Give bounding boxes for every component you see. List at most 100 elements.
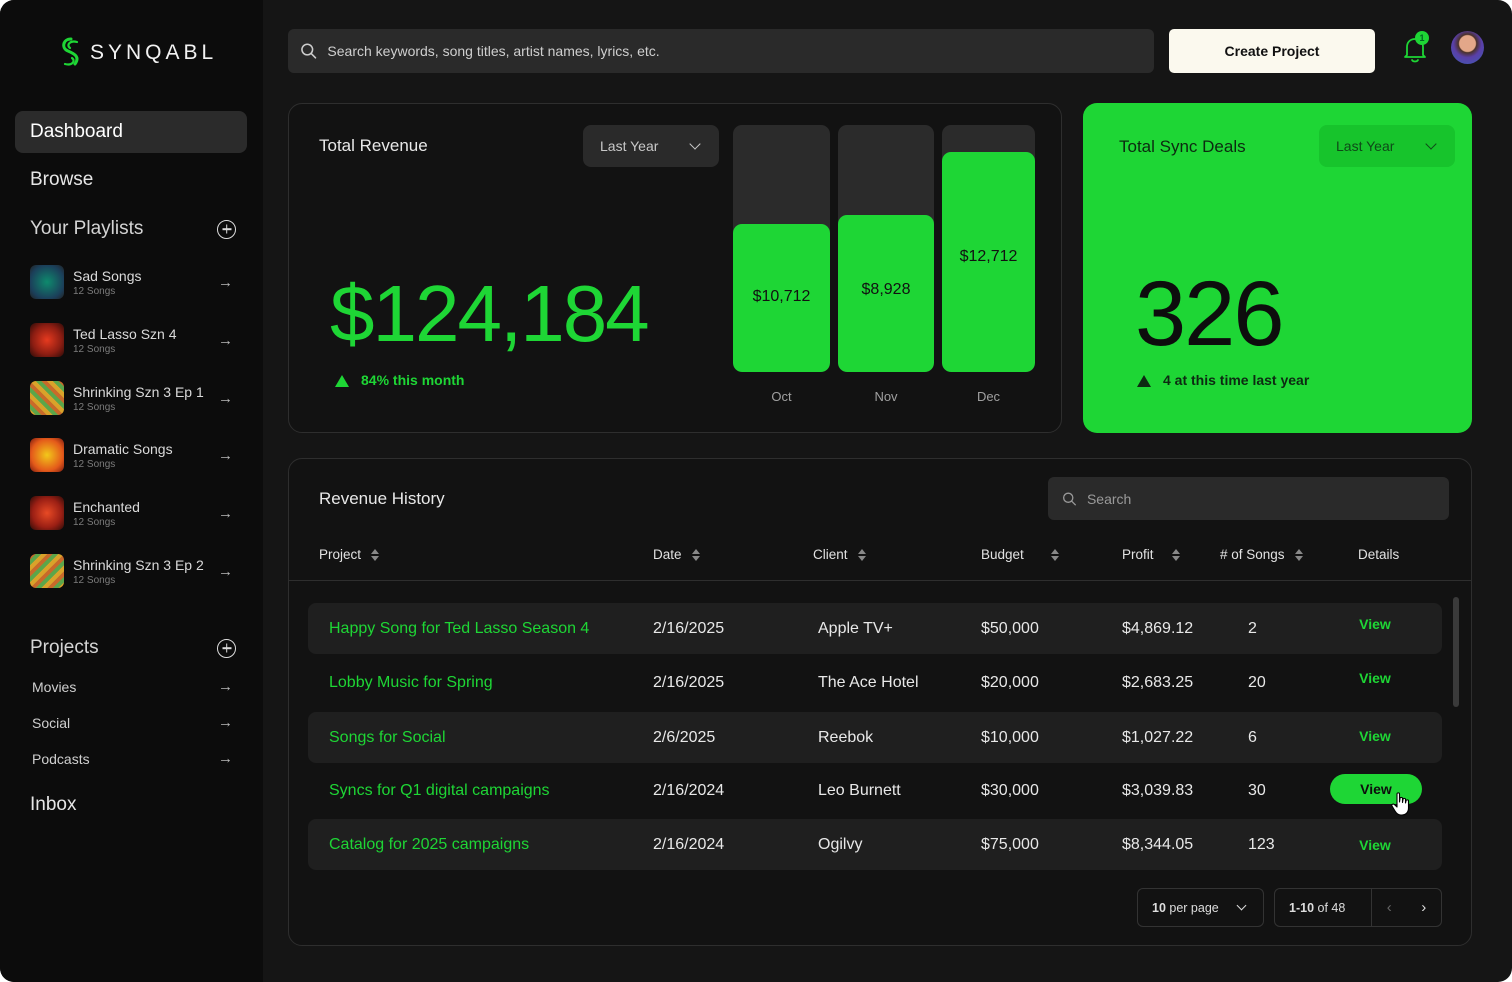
total-revenue-title: Total Revenue	[319, 136, 428, 155]
playlist-item[interactable]: Shrinking Szn 3 Ep 2 12 Songs →	[30, 551, 233, 591]
column-header-profit[interactable]: Profit	[1122, 547, 1180, 562]
chevron-down-icon	[1425, 138, 1437, 150]
playlist-item[interactable]: Shrinking Szn 3 Ep 1 12 Songs →	[30, 378, 233, 418]
chevron-right-icon[interactable]: ›	[1406, 889, 1441, 926]
view-button[interactable]: View	[1330, 663, 1420, 693]
playlist-name: Ted Lasso Szn 4	[73, 325, 177, 342]
revenue-delta: 84% this month	[335, 372, 464, 388]
arrow-right-icon[interactable]: →	[218, 274, 233, 291]
view-button[interactable]: View	[1330, 609, 1420, 639]
revenue-period-value: Last Year	[600, 138, 659, 154]
table-scrollbar[interactable]	[1453, 597, 1459, 707]
sync-period-value: Last Year	[1336, 138, 1395, 154]
cell-client: Leo Burnett	[818, 781, 901, 799]
cell-project[interactable]: Catalog for 2025 campaigns	[329, 819, 529, 870]
per-page-select[interactable]: 10 per page	[1137, 888, 1264, 927]
cell-songs: 2	[1248, 619, 1257, 637]
search-icon	[1062, 492, 1076, 505]
arrow-right-icon[interactable]: →	[218, 447, 233, 464]
column-label: Project	[319, 547, 362, 562]
add-project-icon[interactable]	[217, 638, 236, 658]
pagination: 1-10 of 48 ‹ ›	[1274, 888, 1442, 927]
cell-client: Reebok	[818, 728, 874, 746]
add-playlist-icon[interactable]	[217, 219, 236, 239]
playlist-name: Shrinking Szn 3 Ep 1	[73, 383, 204, 400]
column-header-project[interactable]: Project	[319, 547, 380, 562]
playlist-count: 12 Songs	[73, 343, 116, 355]
arrow-right-icon[interactable]: →	[218, 714, 233, 731]
month-label: Nov	[874, 389, 898, 404]
chevron-down-icon	[689, 138, 701, 150]
page-range-value: 1-10	[1289, 900, 1315, 915]
table-row[interactable]: Songs for Social 2/6/2025 Reebok $10,000…	[308, 712, 1442, 763]
sort-icon[interactable]	[857, 548, 866, 561]
project-item-social[interactable]: Social →	[32, 714, 233, 731]
per-page-value: 10	[1152, 900, 1166, 915]
cell-profit: $4,869.12	[1122, 619, 1194, 637]
playlist-cover	[30, 323, 64, 357]
sort-icon[interactable]	[1294, 548, 1303, 561]
logo[interactable]: SYNQABL	[58, 36, 217, 70]
playlist-name: Enchanted	[73, 498, 140, 515]
sort-icon[interactable]	[1171, 548, 1180, 561]
cell-date: 2/16/2024	[653, 781, 725, 799]
avatar[interactable]	[1451, 31, 1484, 64]
table-row[interactable]: Happy Song for Ted Lasso Season 4 2/16/2…	[308, 603, 1442, 654]
cell-project[interactable]: Songs for Social	[329, 712, 446, 763]
arrow-right-icon[interactable]: →	[218, 563, 233, 580]
project-item-podcasts[interactable]: Podcasts →	[32, 750, 233, 767]
view-button[interactable]: View	[1330, 830, 1420, 860]
revenue-bar-dec: $12,712	[942, 125, 1035, 372]
playlist-item[interactable]: Ted Lasso Szn 4 12 Songs →	[30, 320, 233, 360]
nav-dashboard[interactable]: Dashboard	[15, 111, 247, 153]
cell-project[interactable]: Lobby Music for Spring	[329, 657, 493, 708]
per-page-suffix: per page	[1169, 900, 1219, 915]
sort-icon[interactable]	[691, 548, 700, 561]
month-label: Dec	[976, 389, 1001, 404]
column-label: Client	[813, 547, 848, 562]
cell-date: 2/16/2025	[653, 619, 725, 637]
hand-cursor-icon	[1391, 792, 1410, 816]
arrow-right-icon[interactable]: →	[218, 332, 233, 349]
table-search[interactable]	[1048, 477, 1449, 520]
playlist-item[interactable]: Dramatic Songs 12 Songs →	[30, 435, 233, 475]
table-search-input[interactable]	[1086, 490, 1449, 507]
nav-browse[interactable]: Browse	[15, 159, 247, 201]
global-search[interactable]	[288, 29, 1154, 73]
search-input[interactable]	[327, 43, 1154, 59]
revenue-period-dropdown[interactable]: Last Year	[583, 125, 719, 167]
table-row[interactable]: Syncs for Q1 digital campaigns 2/16/2024…	[308, 765, 1442, 816]
bar-value-label: $8,928	[861, 281, 911, 299]
cell-songs: 6	[1248, 728, 1257, 746]
column-header-budget[interactable]: Budget	[981, 547, 1059, 562]
sync-delta: 4 at this time last year	[1137, 372, 1309, 388]
sidebar: SYNQABL Dashboard Browse Your Playlists …	[0, 0, 263, 982]
column-label: Date	[653, 547, 682, 562]
cell-project[interactable]: Happy Song for Ted Lasso Season 4	[329, 603, 589, 654]
cell-project[interactable]: Syncs for Q1 digital campaigns	[329, 765, 550, 816]
sort-icon[interactable]	[371, 548, 380, 561]
playlist-count: 12 Songs	[73, 516, 116, 528]
bar-fill: $8,928	[838, 215, 934, 372]
sort-icon[interactable]	[1050, 548, 1059, 561]
view-button[interactable]: View	[1330, 721, 1420, 751]
arrow-right-icon[interactable]: →	[218, 678, 233, 695]
column-header-client[interactable]: Client	[813, 547, 866, 562]
column-header-songs[interactable]: # of Songs	[1220, 547, 1303, 562]
chevron-left-icon[interactable]: ‹	[1372, 889, 1407, 926]
column-label: Budget	[981, 547, 1024, 562]
sync-period-dropdown[interactable]: Last Year	[1319, 125, 1455, 167]
playlist-item[interactable]: Sad Songs 12 Songs →	[30, 262, 233, 302]
nav-inbox[interactable]: Inbox	[15, 784, 247, 826]
table-row[interactable]: Catalog for 2025 campaigns 2/16/2024 Ogi…	[308, 819, 1442, 870]
arrow-right-icon[interactable]: →	[218, 505, 233, 522]
arrow-right-icon[interactable]: →	[218, 750, 233, 767]
column-header-date[interactable]: Date	[653, 547, 700, 562]
sync-delta-text: 4 at this time last year	[1163, 372, 1310, 388]
create-project-button[interactable]: Create Project	[1169, 29, 1375, 73]
table-row[interactable]: Lobby Music for Spring 2/16/2025 The Ace…	[308, 657, 1442, 708]
project-label: Podcasts	[32, 750, 90, 767]
project-item-movies[interactable]: Movies →	[32, 678, 233, 695]
playlist-item[interactable]: Enchanted 12 Songs →	[30, 493, 233, 533]
arrow-right-icon[interactable]: →	[218, 390, 233, 407]
